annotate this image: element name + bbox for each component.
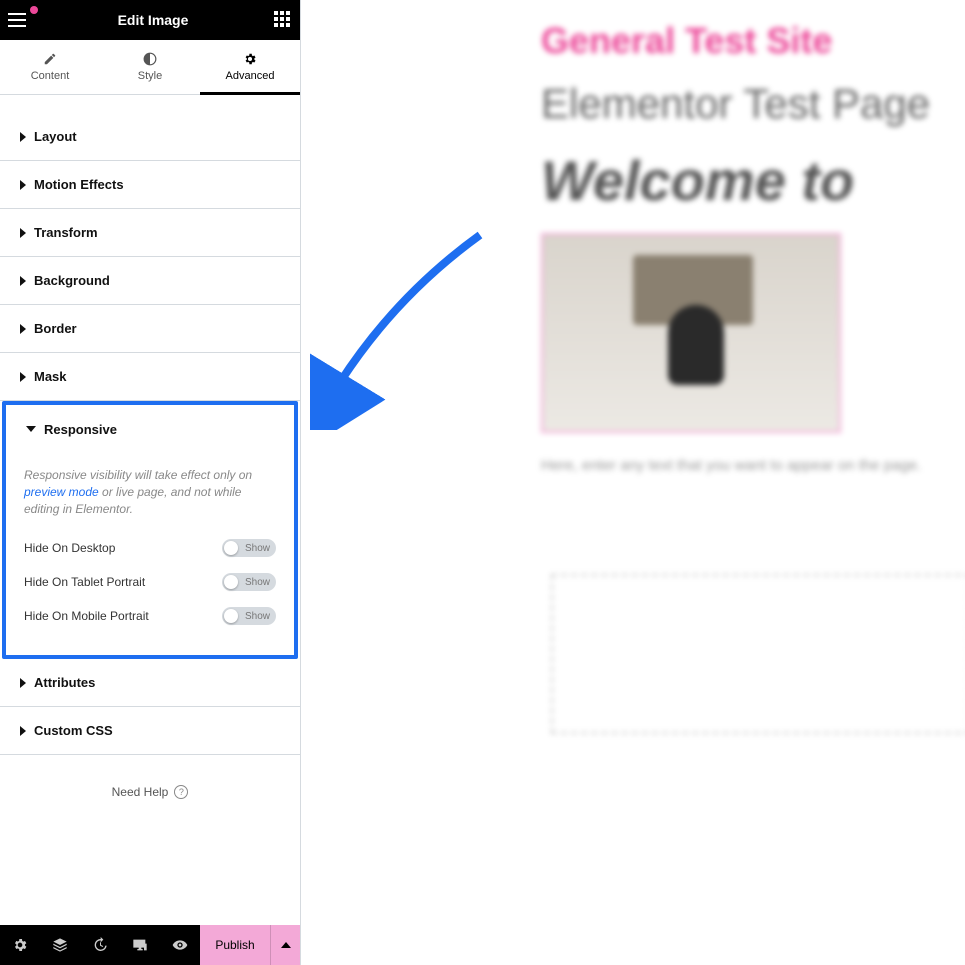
section-label: Transform (34, 225, 98, 240)
panel-header: Edit Image (0, 0, 300, 40)
hide-on-tablet-toggle[interactable]: Show (222, 573, 276, 591)
tab-content[interactable]: Content (0, 40, 100, 94)
sections-list: Layout Motion Effects Transform Backgrou… (0, 95, 300, 925)
preview-image (541, 233, 841, 433)
tab-label: Style (138, 70, 162, 82)
section-label: Responsive (44, 422, 117, 437)
gear-icon (12, 937, 28, 953)
responsive-highlight: Responsive Responsive visibility will ta… (2, 401, 298, 659)
tab-style[interactable]: Style (100, 40, 200, 94)
hide-on-tablet-row: Hide On Tablet Portrait Show (24, 565, 276, 599)
page-title: Elementor Test Page (541, 80, 965, 128)
tab-label: Content (31, 70, 70, 82)
section-label: Attributes (34, 675, 95, 690)
history-button[interactable] (80, 925, 120, 965)
panel-tabs: Content Style Advanced (0, 40, 300, 95)
caret-right-icon (20, 324, 26, 334)
section-label: Border (34, 321, 77, 336)
hide-on-desktop-row: Hide On Desktop Show (24, 531, 276, 565)
caret-right-icon (20, 180, 26, 190)
panel-title: Edit Image (118, 12, 189, 28)
widgets-grid-icon[interactable] (274, 11, 292, 29)
toggle-label: Hide On Tablet Portrait (24, 575, 145, 589)
welcome-heading: Welcome to (541, 148, 965, 213)
preview-placeholder-text: Here, enter any text that you want to ap… (541, 457, 965, 474)
tab-advanced[interactable]: Advanced (200, 40, 300, 94)
menu-icon[interactable] (8, 8, 32, 32)
need-help-link[interactable]: Need Help ? (0, 755, 300, 829)
chevron-up-icon (281, 942, 291, 948)
caret-right-icon (20, 276, 26, 286)
notification-dot-icon (30, 6, 38, 14)
section-label: Custom CSS (34, 723, 113, 738)
eye-icon (172, 937, 188, 953)
toggle-label: Hide On Desktop (24, 541, 115, 555)
devices-icon (132, 937, 148, 953)
caret-right-icon (20, 228, 26, 238)
contrast-icon (143, 52, 157, 66)
section-background[interactable]: Background (0, 257, 300, 305)
pencil-icon (43, 52, 57, 66)
section-mask[interactable]: Mask (0, 353, 300, 401)
page-preview: General Test Site Elementor Test Page We… (301, 0, 965, 965)
publish-button[interactable]: Publish (200, 925, 270, 965)
publish-area: Publish (200, 925, 300, 965)
section-layout[interactable]: Layout (0, 113, 300, 161)
navigator-button[interactable] (40, 925, 80, 965)
hide-on-desktop-toggle[interactable]: Show (222, 539, 276, 557)
caret-right-icon (20, 678, 26, 688)
section-label: Mask (34, 369, 67, 384)
section-label: Motion Effects (34, 177, 124, 192)
settings-button[interactable] (0, 925, 40, 965)
editor-panel: Edit Image Content Style Advanced Layout… (0, 0, 301, 965)
section-label: Background (34, 273, 110, 288)
help-icon: ? (174, 785, 188, 799)
hide-on-mobile-row: Hide On Mobile Portrait Show (24, 599, 276, 633)
toggle-label: Hide On Mobile Portrait (24, 609, 149, 623)
tab-label: Advanced (226, 70, 275, 82)
section-transform[interactable]: Transform (0, 209, 300, 257)
section-responsive[interactable]: Responsive (6, 405, 294, 453)
caret-down-icon (26, 426, 36, 432)
preview-empty-widget (551, 574, 965, 734)
history-icon (92, 937, 108, 953)
hide-on-mobile-toggle[interactable]: Show (222, 607, 276, 625)
layers-icon (52, 937, 68, 953)
panel-footer: Publish (0, 925, 300, 965)
responsive-mode-button[interactable] (120, 925, 160, 965)
section-attributes[interactable]: Attributes (0, 659, 300, 707)
site-title: General Test Site (541, 20, 965, 62)
need-help-label: Need Help (112, 785, 169, 799)
preview-button[interactable] (160, 925, 200, 965)
responsive-note: Responsive visibility will take effect o… (24, 467, 276, 517)
caret-right-icon (20, 132, 26, 142)
section-custom-css[interactable]: Custom CSS (0, 707, 300, 755)
caret-right-icon (20, 726, 26, 736)
publish-options-button[interactable] (270, 925, 300, 965)
section-motion-effects[interactable]: Motion Effects (0, 161, 300, 209)
caret-right-icon (20, 372, 26, 382)
responsive-body: Responsive visibility will take effect o… (6, 453, 294, 655)
section-label: Layout (34, 129, 77, 144)
note-text: Responsive visibility will take effect o… (24, 468, 252, 482)
gear-icon (243, 52, 257, 66)
preview-mode-link[interactable]: preview mode (24, 485, 99, 499)
section-border[interactable]: Border (0, 305, 300, 353)
